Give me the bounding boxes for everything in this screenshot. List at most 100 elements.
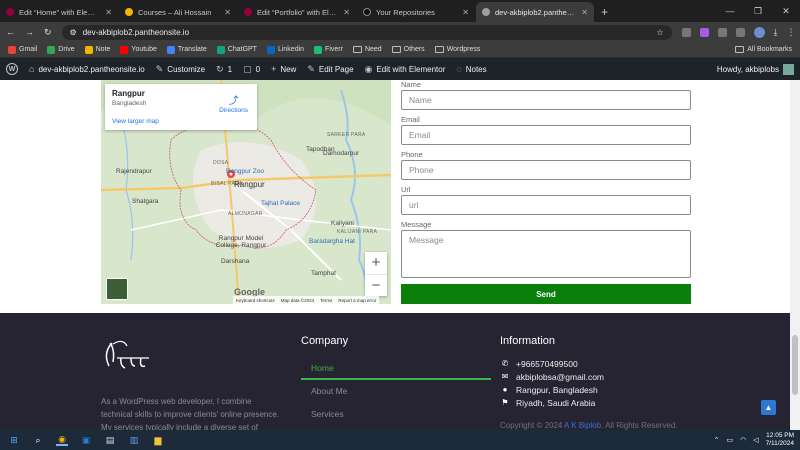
bookmark-drive[interactable]: Drive [47,45,75,54]
wp-howdy[interactable]: Howdy, akbiplobs [717,63,794,75]
file-explorer-icon[interactable]: ▆ [152,434,164,446]
keyboard-shortcuts-link[interactable]: Keyboard shortcuts [236,298,275,303]
view-larger-map-link[interactable]: View larger map [112,118,159,125]
wp-edit-elementor[interactable]: ◉ Edit with Elementor [365,64,446,75]
report-error-link[interactable]: Report a map error [338,298,376,303]
back-icon[interactable]: ← [6,27,15,37]
taskbar-clock[interactable]: 12:05 PM 7/11/2024 [766,432,794,448]
tab-title: dev-akbiplob2.pantheonsite.io [495,7,576,17]
bookmark-fiverr[interactable]: Fiverr [314,45,343,54]
scrollbar-thumb[interactable] [792,335,798,395]
info-location: ⚑ Riyadh, Saudi Arabia [501,397,596,408]
wp-updates[interactable]: ↻ 1 [216,64,232,75]
flag-icon: ⚑ [501,398,509,407]
terms-link[interactable]: Terms [320,298,332,303]
bookmark-chatgpt[interactable]: ChatGPT [216,45,257,54]
forward-icon[interactable]: → [25,27,34,37]
url-text[interactable]: dev-akbiplob2.pantheonsite.io [83,28,651,37]
wp-new[interactable]: + New [271,64,296,74]
message-field[interactable] [401,230,691,278]
all-bookmarks[interactable]: All Bookmarks [735,46,792,53]
tray-chevron-icon[interactable]: ⌃ [714,436,720,444]
browser-tab-active[interactable]: dev-akbiplob2.pantheonsite.io ✕ [476,2,594,22]
footer-link-home[interactable]: Home [301,357,491,380]
zoom-out-icon[interactable]: − [365,274,387,296]
page-content: Rangpur Bangladesh View larger map ⤴ Dir… [0,80,790,430]
name-field[interactable] [401,90,691,110]
bookmark-translate[interactable]: Translate [166,45,207,54]
address-bar[interactable]: ⚙ dev-akbiplob2.pantheonsite.io ☆ [61,24,672,40]
browser-tab[interactable]: Courses – Ali Hossain ✕ [119,2,237,22]
browser-tab[interactable]: Your Repositories ✕ [357,2,475,22]
wp-comments[interactable]: ▢ 0 [243,64,260,75]
phone-field[interactable] [401,160,691,180]
bookmark-folder-need[interactable]: Need [352,46,382,53]
search-icon[interactable]: ⌕ [32,434,44,446]
close-tab-icon[interactable]: ✕ [581,8,588,17]
wifi-icon[interactable]: ◠ [740,436,746,444]
map-label: Rangpur Model College, Rangpur [215,235,267,249]
restore-icon[interactable]: ❐ [744,6,772,17]
browser-tab[interactable]: Edit “Home” with Elementor ✕ [0,2,118,22]
close-tab-icon[interactable]: ✕ [224,8,231,17]
url-field[interactable] [401,195,691,215]
network-icon[interactable]: ▭ [726,436,733,444]
volume-icon[interactable]: ◁ [753,436,758,444]
bookmark-linkedin[interactable]: Linkedin [266,45,304,54]
user-avatar [783,63,794,75]
bookmark-gmail[interactable]: Gmail [8,45,37,54]
chrome-taskbar-icon[interactable]: ◉ [56,434,68,446]
site-logo[interactable] [101,336,151,376]
wp-notes[interactable]: ◌ Notes [456,64,486,74]
minimize-icon[interactable]: — [716,6,744,16]
bookmark-star-icon[interactable]: ☆ [656,28,663,37]
close-tab-icon[interactable]: ✕ [462,8,469,17]
zoom-in-icon[interactable]: + [365,252,387,274]
download-icon[interactable]: ⤓ [774,27,778,38]
windows-start-icon[interactable]: ⊞ [8,434,20,446]
bookmark-youtube[interactable]: Youtube [120,45,157,54]
site-info-icon[interactable]: ⚙ [70,28,77,37]
app-taskbar-icon[interactable]: ▤ [104,434,116,446]
footer-menu: Home About Me Services [301,357,491,426]
close-window-icon[interactable]: ✕ [772,6,800,17]
wp-site-name[interactable]: ⌂ dev-akbiplob2.pantheonsite.io [29,64,145,74]
close-tab-icon[interactable]: ✕ [105,8,112,17]
footer-about-text: As a WordPress web developer, I combine … [101,397,280,430]
page-scrollbar[interactable] [790,80,800,430]
menu-icon[interactable]: ⋮ [787,27,796,38]
translate-icon [166,45,175,54]
note-icon [84,45,93,54]
profile-avatar[interactable] [753,26,765,38]
satellite-toggle[interactable] [106,278,128,300]
footer-link-services[interactable]: Services [301,403,491,426]
scroll-to-top-button[interactable]: ▲ [761,400,776,415]
reload-icon[interactable]: ↻ [44,27,52,38]
wp-edit-page[interactable]: ✎ Edit Page [307,64,353,75]
footer-link-about[interactable]: About Me [301,380,491,403]
map-label: Damodarpur [323,150,360,157]
fiverr-icon [314,45,323,54]
chevron-up-icon: ▲ [764,403,773,412]
google-map[interactable]: Rangpur Bangladesh View larger map ⤴ Dir… [101,80,391,304]
extension-icon[interactable] [681,27,691,37]
directions-button[interactable]: ⤴ Directions [219,92,248,114]
puzzle-icon[interactable] [717,27,727,37]
app-taskbar-icon[interactable]: ▥ [128,434,140,446]
email-field[interactable] [401,125,691,145]
send-button[interactable]: Send [401,284,691,304]
bookmark-folder-others[interactable]: Others [391,46,425,53]
bookmark-note[interactable]: Note [84,45,110,54]
wordpress-logo-icon[interactable]: W [6,63,18,75]
close-tab-icon[interactable]: ✕ [343,8,350,17]
new-tab-icon[interactable]: + [595,2,614,22]
wp-customize[interactable]: ✎ Customize [156,64,205,75]
extension-icon[interactable] [699,27,709,37]
app-taskbar-icon[interactable]: ▣ [80,434,92,446]
contact-form: Name Email Phone Url Message Send [401,80,691,304]
message-label: Message [401,220,432,229]
browser-tab[interactable]: Edit “Portfolio” with Elementor ✕ [238,2,356,22]
copyright-brand-link[interactable]: A K Biplob [564,421,601,430]
sidepanel-icon[interactable] [735,27,745,37]
bookmark-folder-wordpress[interactable]: Wordpress [434,46,480,53]
